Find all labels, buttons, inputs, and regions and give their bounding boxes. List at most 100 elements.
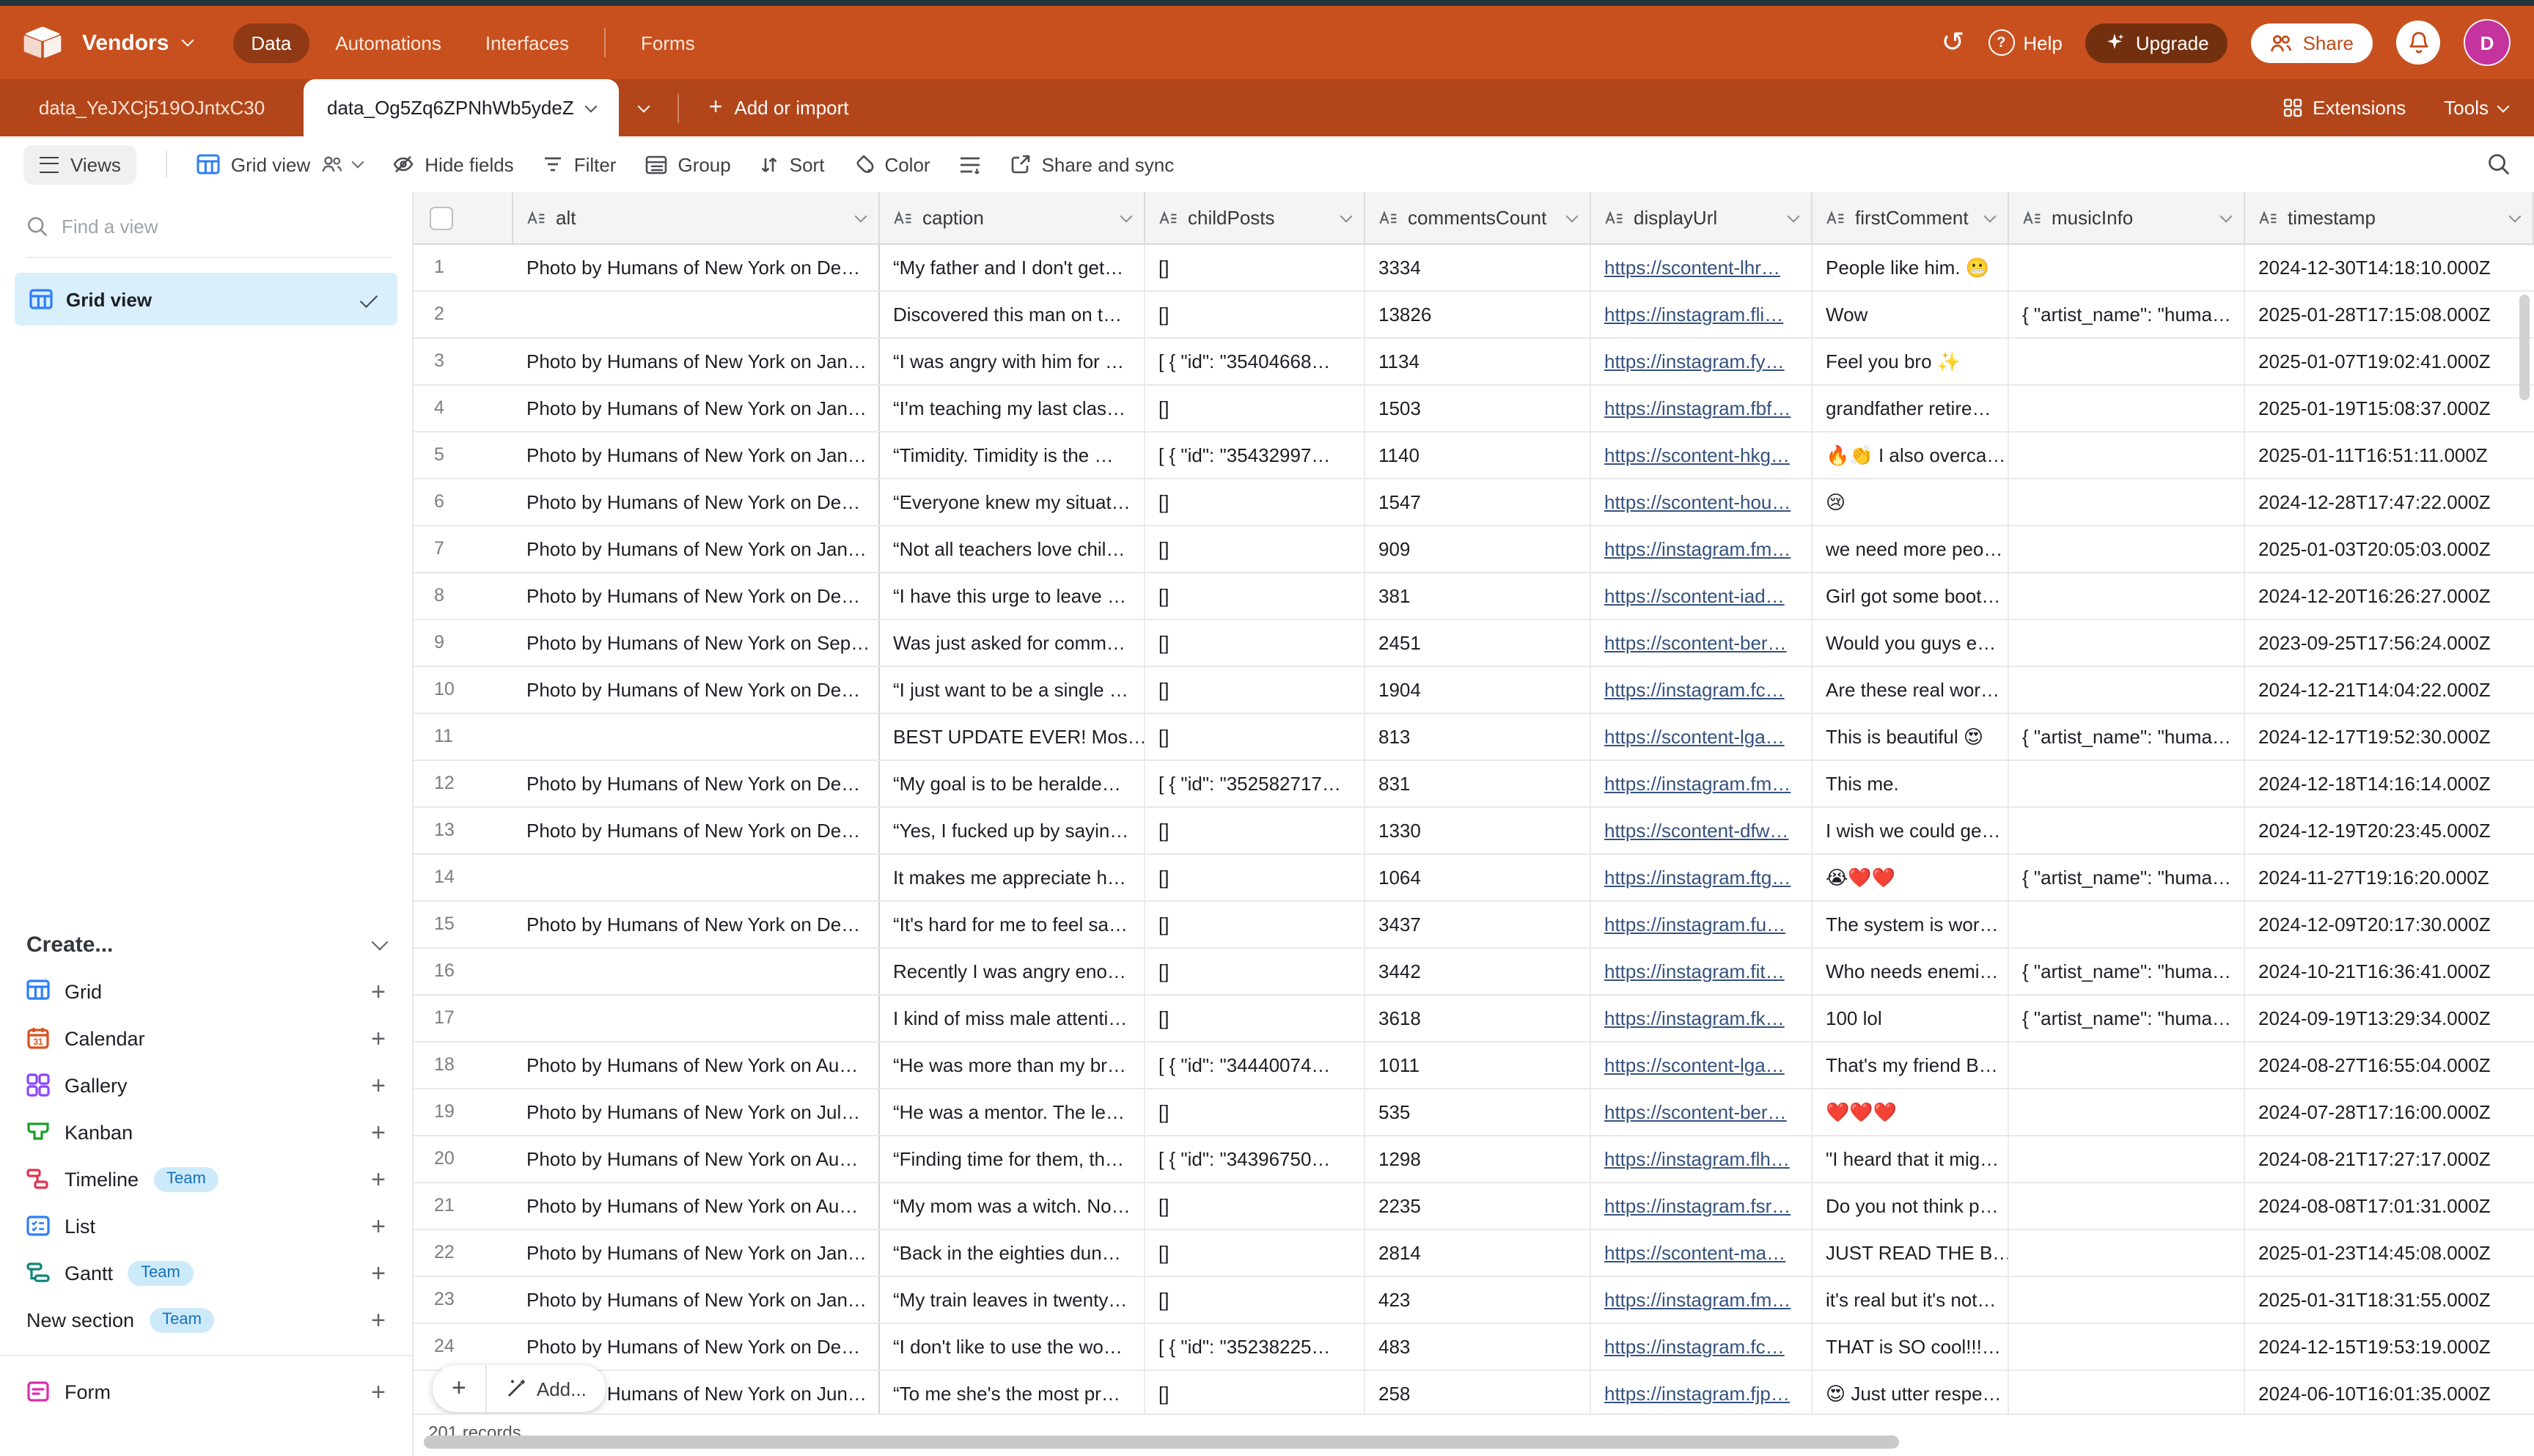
cell-childPosts[interactable]: [] (1145, 573, 1365, 619)
cell-timestamp[interactable]: 2023-09-25T17:56:24.000Z (2245, 620, 2534, 666)
cell-timestamp[interactable]: 2024-07-28T17:16:00.000Z (2245, 1089, 2534, 1135)
cell-alt[interactable]: Photo by Humans of New York on Sep… (513, 620, 880, 666)
cell-displayUrl[interactable]: https://scontent-hkg… (1591, 433, 1813, 478)
plus-icon[interactable]: + (371, 1260, 386, 1285)
cell-caption[interactable]: “I'm teaching my last clas… (880, 386, 1145, 431)
table-row[interactable]: 16Recently I was angry eno…[]3442https:/… (414, 949, 2534, 996)
cell-commentsCount[interactable]: 1547 (1365, 479, 1591, 525)
cell-alt[interactable]: Photo by Humans of New York on De… (513, 1324, 880, 1369)
cell-displayUrl[interactable]: https://instagram.fu… (1591, 902, 1813, 947)
table-row[interactable]: 18Photo by Humans of New York on Au…“He … (414, 1043, 2534, 1089)
cell-musicInfo[interactable] (2009, 526, 2245, 572)
cell-musicInfo[interactable]: { "artist_name": "huma… (2009, 996, 2245, 1041)
cell-alt[interactable]: Photo by Humans of New York on Au… (513, 1043, 880, 1088)
cell-timestamp[interactable]: 2024-10-21T16:36:41.000Z (2245, 949, 2534, 994)
cell-commentsCount[interactable]: 1298 (1365, 1136, 1591, 1182)
cell-musicInfo[interactable] (2009, 1043, 2245, 1088)
table-row[interactable]: 17I kind of miss male attenti…[]3618http… (414, 996, 2534, 1043)
cell-childPosts[interactable]: [] (1145, 292, 1365, 337)
cell-commentsCount[interactable]: 831 (1365, 761, 1591, 806)
vertical-scrollbar[interactable] (2519, 295, 2530, 400)
cell-displayUrl[interactable]: https://scontent-ber… (1591, 1089, 1813, 1135)
cell-commentsCount[interactable]: 535 (1365, 1089, 1591, 1135)
cell-timestamp[interactable]: 2025-01-23T14:45:08.000Z (2245, 1230, 2534, 1276)
add-or-import-button[interactable]: + Add or import (709, 96, 849, 120)
cell-caption[interactable]: “I was angry with him for … (880, 339, 1145, 384)
base-chevron-down-icon[interactable] (182, 34, 194, 47)
cell-timestamp[interactable]: 2025-01-28T17:15:08.000Z (2245, 292, 2534, 337)
cell-alt[interactable] (513, 714, 880, 760)
cell-alt[interactable] (513, 949, 880, 994)
add-with-ai-button[interactable]: Add... (487, 1365, 606, 1412)
cell-firstComment[interactable]: I wish we could ge… (1813, 808, 2009, 853)
column-header-caption[interactable]: caption (880, 192, 1145, 243)
cell-displayUrl[interactable]: https://instagram.fjp… (1591, 1371, 1813, 1415)
find-view-search[interactable]: Find a view (26, 216, 392, 258)
cell-musicInfo[interactable] (2009, 245, 2245, 290)
column-chevron-down-icon[interactable] (1120, 210, 1133, 222)
cell-caption[interactable]: “It's hard for me to feel sa… (880, 902, 1145, 947)
cell-commentsCount[interactable]: 13826 (1365, 292, 1591, 337)
cell-caption[interactable]: “Timidity. Timidity is the … (880, 433, 1145, 478)
hide-fields-button[interactable]: Hide fields (391, 153, 513, 175)
cell-caption[interactable]: I kind of miss male attenti… (880, 996, 1145, 1041)
tab-chevron-down-icon[interactable] (585, 100, 598, 112)
cell-commentsCount[interactable]: 3334 (1365, 245, 1591, 290)
cell-commentsCount[interactable]: 3618 (1365, 996, 1591, 1041)
sort-button[interactable]: Sort (760, 153, 825, 175)
cell-commentsCount[interactable]: 1330 (1365, 808, 1591, 853)
display-url-link[interactable]: https://scontent-hkg… (1604, 444, 1790, 466)
display-url-link[interactable]: https://instagram.fm… (1604, 1289, 1791, 1311)
help-button[interactable]: ? Help (1988, 29, 2063, 56)
column-header-timestamp[interactable]: timestamp (2245, 192, 2534, 243)
cell-childPosts[interactable]: [ { "id": "35404668… (1145, 339, 1365, 384)
table-row[interactable]: 10Photo by Humans of New York on De…“I j… (414, 667, 2534, 714)
cell-caption[interactable]: “He was more than my br… (880, 1043, 1145, 1088)
display-url-link[interactable]: https://instagram.fy… (1604, 350, 1785, 372)
cell-timestamp[interactable]: 2024-12-20T16:26:27.000Z (2245, 573, 2534, 619)
cell-timestamp[interactable]: 2024-09-19T13:29:34.000Z (2245, 996, 2534, 1041)
column-chevron-down-icon[interactable] (1788, 210, 1800, 222)
cell-alt[interactable]: Photo by Humans of New York on De… (513, 245, 880, 290)
column-header-musicInfo[interactable]: musicInfo (2009, 192, 2245, 243)
display-url-link[interactable]: https://scontent-lga… (1604, 1054, 1785, 1076)
cell-musicInfo[interactable] (2009, 902, 2245, 947)
column-header-alt[interactable]: alt (513, 192, 880, 243)
cell-commentsCount[interactable]: 2451 (1365, 620, 1591, 666)
sidebar-create-kanban[interactable]: Kanban+ (0, 1108, 412, 1155)
cell-displayUrl[interactable]: https://instagram.fy… (1591, 339, 1813, 384)
cell-childPosts[interactable]: [ { "id": "352582717… (1145, 761, 1365, 806)
cell-timestamp[interactable]: 2024-12-30T14:18:10.000Z (2245, 245, 2534, 290)
cell-caption[interactable]: “My mom was a witch. No… (880, 1183, 1145, 1229)
table-row[interactable]: 5Photo by Humans of New York on Jan…“Tim… (414, 433, 2534, 479)
cell-caption[interactable]: “He was a mentor. The le… (880, 1089, 1145, 1135)
cell-commentsCount[interactable]: 3442 (1365, 949, 1591, 994)
cell-caption[interactable]: Recently I was angry eno… (880, 949, 1145, 994)
cell-alt[interactable]: Photo by Humans of New York on Jul… (513, 1089, 880, 1135)
cell-musicInfo[interactable]: { "artist_name": "huma… (2009, 714, 2245, 760)
cell-commentsCount[interactable]: 1904 (1365, 667, 1591, 713)
display-url-link[interactable]: https://instagram.fli… (1604, 304, 1783, 326)
cell-caption[interactable]: “My train leaves in twenty… (880, 1277, 1145, 1323)
sidebar-create-new-section[interactable]: New sectionTeam+ (0, 1296, 412, 1343)
group-button[interactable]: Group (645, 153, 730, 175)
cell-alt[interactable]: Photo by Humans of New York on Jan… (513, 339, 880, 384)
cell-alt[interactable]: Photo by Humans of New York on De… (513, 808, 880, 853)
cell-caption[interactable]: “Not all teachers love chil… (880, 526, 1145, 572)
history-icon[interactable]: ↺ (1942, 29, 1965, 56)
table-row[interactable]: 25Photo by Humans of New York on Jun…“To… (414, 1371, 2534, 1415)
cell-musicInfo[interactable] (2009, 1136, 2245, 1182)
sidebar-create-list[interactable]: List+ (0, 1202, 412, 1249)
column-header-childPosts[interactable]: childPosts (1145, 192, 1365, 243)
avatar[interactable]: D (2464, 19, 2511, 66)
cell-caption[interactable]: “To me she's the most pr… (880, 1371, 1145, 1415)
cell-commentsCount[interactable]: 1011 (1365, 1043, 1591, 1088)
cell-firstComment[interactable]: 😍 Just utter respe… (1813, 1371, 2009, 1415)
cell-caption[interactable]: Discovered this man on t… (880, 292, 1145, 337)
cell-displayUrl[interactable]: https://instagram.ftg… (1591, 855, 1813, 900)
cell-alt[interactable]: Photo by Humans of New York on Jan… (513, 1230, 880, 1276)
cell-childPosts[interactable]: [] (1145, 714, 1365, 760)
display-url-link[interactable]: https://instagram.fjp… (1604, 1383, 1790, 1405)
cell-childPosts[interactable]: [] (1145, 1230, 1365, 1276)
cell-musicInfo[interactable]: { "artist_name": "huma… (2009, 292, 2245, 337)
